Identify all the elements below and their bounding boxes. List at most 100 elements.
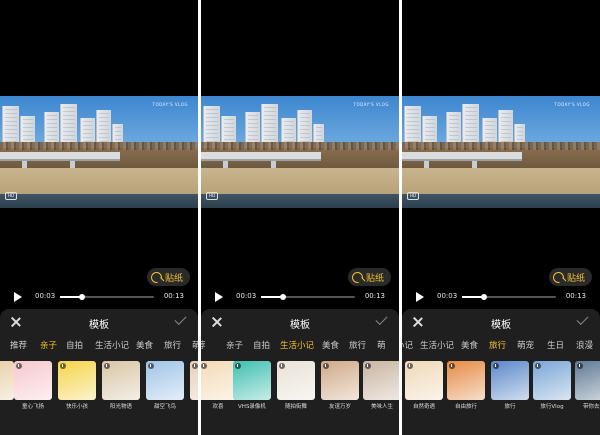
template-name: 友谊万岁	[328, 404, 351, 410]
template-sheet: 模板 推荐 亲子 自拍 生活小记 美食 旅行萌 童心飞扬 快乐小孩 阳光物语 甜空飞鸟	[0, 309, 198, 435]
download-icon	[60, 363, 66, 369]
download-icon	[201, 363, 207, 369]
vlog-watermark: TODAY'S VLOG	[152, 102, 188, 107]
category-tab[interactable]: 萌宠	[517, 339, 534, 351]
category-tab[interactable]: 旅行	[349, 339, 366, 351]
current-time: 00:03	[35, 292, 56, 300]
template-thumbnail[interactable]	[363, 361, 399, 400]
template-name: 随拍街舞	[284, 404, 307, 410]
template-name: VHS录像机	[238, 404, 266, 410]
category-tab[interactable]: 浪漫	[576, 339, 593, 351]
download-icon	[279, 363, 285, 369]
category-tab[interactable]: 小记	[402, 339, 413, 351]
download-icon	[407, 363, 413, 369]
video-player-bar: 00:03 00:13	[201, 290, 399, 304]
template-name: 阳光物语	[109, 404, 132, 410]
sticker-button[interactable]: 贴纸	[146, 268, 190, 286]
category-tab[interactable]: 萌	[377, 339, 386, 351]
video-preview[interactable]: TODAY'S VLOG HD	[201, 96, 399, 208]
template-name: 自由旅行	[454, 404, 477, 410]
current-time: 00:03	[236, 292, 257, 300]
video-player-bar: 00:03 00:13	[402, 290, 600, 304]
template-thumbnail[interactable]	[575, 361, 600, 400]
hd-badge: HD	[206, 192, 218, 200]
category-tab[interactable]: 自拍	[66, 339, 83, 351]
template-name: 美味人生	[370, 404, 393, 410]
template-name: 旅行	[504, 404, 516, 410]
progress-slider[interactable]	[261, 294, 355, 300]
progress-slider[interactable]	[462, 294, 556, 300]
category-tabs: 荐 亲子 自拍 生活小记 美食 旅行萌	[201, 339, 399, 353]
template-thumbnail[interactable]	[201, 361, 237, 400]
hd-badge: HD	[407, 192, 419, 200]
template-name: 自然奇遇	[412, 404, 435, 410]
progress-slider[interactable]	[60, 294, 154, 300]
sheet-title: 模板	[491, 320, 511, 331]
progress-knob[interactable]	[480, 294, 487, 300]
template-thumbnail[interactable]	[58, 361, 96, 400]
category-tab[interactable]: 生日	[547, 339, 564, 351]
download-icon	[16, 363, 22, 369]
template-name: 快乐小孩	[65, 404, 88, 410]
category-tab[interactable]: 生活小记	[420, 339, 454, 351]
category-tab[interactable]: 美食	[136, 339, 153, 351]
category-tab[interactable]: 美食	[322, 339, 339, 351]
template-thumbnail[interactable]	[277, 361, 315, 400]
category-tab[interactable]: 旅行	[489, 339, 506, 351]
template-thumbnail[interactable]	[14, 361, 52, 400]
category-tab[interactable]: 推荐	[10, 339, 27, 351]
template-thumbnail[interactable]	[321, 361, 359, 400]
phone-screen-3: TODAY'S VLOG HD 贴纸 00:03 00:13 模板 小记生活小记…	[402, 0, 600, 435]
category-tab[interactable]: 生活小记	[95, 339, 129, 351]
sticker-button[interactable]: 贴纸	[548, 268, 592, 286]
total-time: 00:13	[565, 292, 586, 300]
template-thumbnail[interactable]	[533, 361, 571, 400]
current-time: 00:03	[437, 292, 458, 300]
category-tab[interactable]: 荐	[201, 339, 206, 351]
sticker-icon	[552, 271, 564, 283]
category-tab[interactable]: 萌	[192, 339, 198, 351]
category-tab[interactable]: 自拍	[253, 339, 270, 351]
download-icon	[449, 363, 455, 369]
play-icon[interactable]	[416, 292, 424, 302]
play-icon[interactable]	[215, 292, 223, 302]
template-name: 旅行Vlog	[540, 404, 564, 410]
phone-screen-1: TODAY'S VLOG HD 贴纸 00:03 00:13 模板 推荐 亲子 自拍…	[0, 0, 198, 435]
video-preview[interactable]: TODAY'S VLOG HD	[0, 96, 198, 208]
template-thumbnail[interactable]	[491, 361, 529, 400]
progress-knob[interactable]	[78, 294, 85, 300]
category-tab[interactable]: 亲子	[40, 339, 57, 351]
template-thumbnail[interactable]	[405, 361, 443, 400]
category-tab[interactable]: 生活小记	[280, 339, 314, 351]
download-icon	[535, 363, 541, 369]
category-tabs: 推荐 亲子 自拍 生活小记 美食 旅行萌	[0, 339, 198, 353]
template-thumbnail[interactable]	[146, 361, 184, 400]
template-name: 甜空飞鸟	[153, 404, 176, 410]
template-thumbnail[interactable]	[233, 361, 271, 400]
hd-badge: HD	[5, 192, 17, 200]
category-tab[interactable]: 旅行	[164, 339, 181, 351]
template-list: 欢喜 VHS录像机 随拍街舞 友谊万岁 美味人生	[201, 361, 399, 421]
template-name: 童心飞扬	[21, 404, 44, 410]
download-icon	[148, 363, 154, 369]
template-thumbnail[interactable]	[102, 361, 140, 400]
play-icon[interactable]	[14, 292, 22, 302]
template-list: 自然奇遇 自由旅行 旅行 旅行Vlog 带你去旅	[402, 361, 600, 421]
download-icon	[192, 363, 198, 369]
vlog-watermark: TODAY'S VLOG	[353, 102, 389, 107]
template-thumbnail[interactable]	[0, 361, 14, 400]
sticker-button[interactable]: 贴纸	[347, 268, 391, 286]
download-icon	[323, 363, 329, 369]
sticker-label: 贴纸	[164, 273, 183, 284]
category-tab[interactable]: 亲子	[226, 339, 243, 351]
template-sheet: 模板 小记生活小记美食旅行萌宠生日浪漫 自然奇遇自由旅行旅行旅行Vlog带你去旅	[402, 309, 600, 435]
total-time: 00:13	[364, 292, 385, 300]
progress-knob[interactable]	[279, 294, 286, 300]
category-tab[interactable]: 美食	[461, 339, 478, 351]
download-icon	[104, 363, 110, 369]
video-player-bar: 00:03 00:13	[0, 290, 198, 304]
template-thumbnail[interactable]	[447, 361, 485, 400]
video-preview[interactable]: TODAY'S VLOG HD	[402, 96, 600, 208]
phone-screen-2: TODAY'S VLOG HD 贴纸 00:03 00:13 模板 荐 亲子 自拍生…	[201, 0, 399, 435]
template-thumbnail[interactable]	[190, 361, 198, 400]
